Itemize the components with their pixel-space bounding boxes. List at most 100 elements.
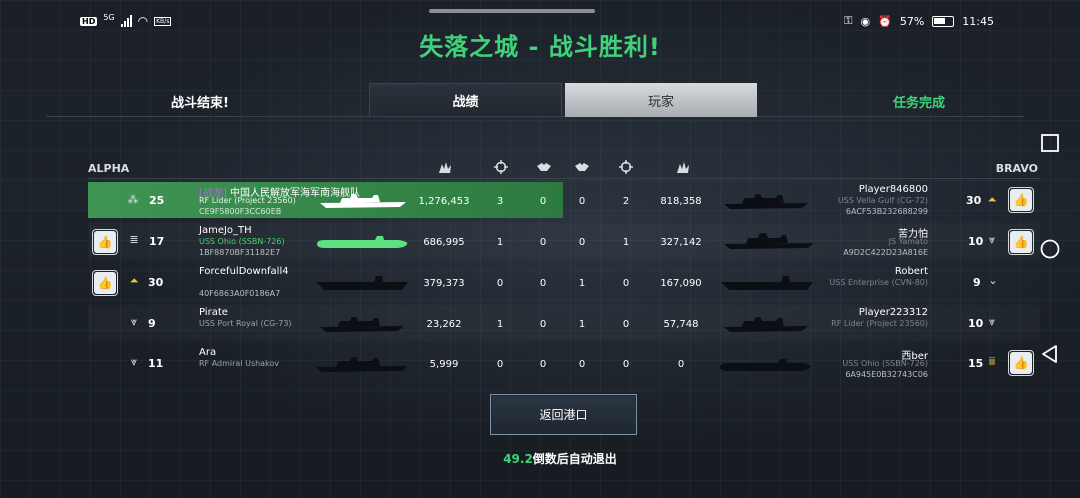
player-level-bravo: 10 <box>968 317 984 330</box>
player-name: ForcefulDownfall4 <box>199 266 289 277</box>
player-id-bravo: 6ACF53B232688299 <box>845 207 928 216</box>
ship-name: RF Admiral Ushakov <box>199 359 280 368</box>
player-level-bravo: 30 <box>966 194 982 207</box>
submarine-silhouette <box>317 236 408 248</box>
damage-value-bravo: 167,090 <box>660 278 702 289</box>
return-to-port-button[interactable]: 返回港口 <box>490 394 637 435</box>
damage-icon-bravo <box>677 162 689 173</box>
rank-chevrons-icon: ⩔ <box>130 355 138 368</box>
ship-name: USS Port Royal (CG-73) <box>199 319 292 328</box>
assist-icon <box>537 163 551 171</box>
rank-chevron-down-icon: ⩔ <box>130 315 138 328</box>
carrier-silhouette-bravo <box>721 276 813 290</box>
table-row: 👍 ⏶ 30 ForcefulDownfall4 40F6863A0F0186A… <box>88 264 1040 300</box>
signal-icon <box>120 15 132 27</box>
assist-icon-bravo <box>575 163 589 171</box>
ship-silhouette <box>316 357 408 372</box>
table-row: ⁂ 25 [战龙] 中国人民解放军海军南海舰队 RF Lider (Projec… <box>88 182 1040 218</box>
player-id: CE9F5800F3CC60EB <box>199 207 282 216</box>
rank-chevrons-icon: ⩔ <box>988 233 996 246</box>
home-icon[interactable] <box>1038 237 1062 261</box>
player-name-bravo: Robert <box>894 266 928 277</box>
player-name: Ara <box>199 347 217 358</box>
rank-bars-icon: ≣ <box>129 233 139 246</box>
player-id: 1BF8870BF31182E7 <box>199 248 281 257</box>
network-type: 5G <box>103 12 115 22</box>
crosshair-icon <box>494 160 508 174</box>
damage-value-bravo: 327,142 <box>660 237 702 248</box>
ship-silhouette-bravo <box>724 194 808 209</box>
like-button[interactable]: 👍 <box>1008 229 1034 255</box>
back-icon[interactable] <box>1038 342 1062 366</box>
recent-apps-icon[interactable] <box>1038 131 1062 155</box>
rank-stars-icon: ⁂ <box>127 193 139 206</box>
ship-name-bravo: RF Lider (Project 23560) <box>831 319 928 328</box>
player-level: 25 <box>149 194 165 207</box>
ship-name-bravo: USS Ohio (SSBN-726) <box>842 359 928 368</box>
like-button[interactable]: 👍 <box>1008 187 1034 213</box>
like-button[interactable]: 👍 <box>92 229 118 255</box>
player-level-bravo: 15 <box>968 357 984 370</box>
table-row: 👍 ≣ 17 JameJo_TH USS Ohio (SSBN-726) 1BF… <box>88 223 1040 259</box>
table-row: ⩔ 11 Ara RF Admiral Ushakov 5,999 0 0 0 … <box>88 345 1040 381</box>
battery-percent: 57% <box>899 14 925 28</box>
countdown-text: 倒数后自动退出 <box>532 452 617 466</box>
player-level-bravo: 10 <box>968 235 984 248</box>
gesture-pill <box>429 9 595 13</box>
eye-icon: ◉ <box>860 14 871 28</box>
tab-players[interactable]: 玩家 <box>565 83 757 117</box>
ship-name-bravo: USS Vella Gulf (CG-72) <box>837 196 928 205</box>
ship-silhouette <box>320 317 404 332</box>
player-level: 17 <box>149 235 165 248</box>
key-icon: ⚿ <box>844 14 853 27</box>
ship-silhouette <box>320 194 406 208</box>
ship-name: USS Ohio (SSBN-726) <box>199 237 285 246</box>
hd-icon: HD <box>80 16 98 26</box>
clock: 11:45 <box>962 14 994 28</box>
rank-chevron-icon: ⏶ <box>987 193 997 206</box>
ship-name-bravo: JS Yamato <box>888 237 928 246</box>
player-id: 40F6863A0F0186A7 <box>199 289 281 298</box>
team-alpha-label: ALPHA <box>88 162 130 175</box>
player-level-bravo: 9 <box>973 276 981 289</box>
alarm-icon: ⏰ <box>878 14 892 28</box>
submarine-silhouette-bravo <box>720 359 811 371</box>
data-speed-icon: KB/s <box>154 16 172 26</box>
damage-value-bravo: 818,358 <box>660 196 702 207</box>
player-name-bravo: Player846800 <box>858 184 928 195</box>
ship-silhouette-bravo <box>724 233 814 249</box>
rank-chevron-icon: ⏶ <box>129 274 139 287</box>
ship-silhouette-bravo <box>724 317 808 332</box>
carrier-silhouette <box>316 276 408 290</box>
player-level: 11 <box>148 357 164 370</box>
player-id-bravo: A9D2C422D23A816E <box>843 248 928 257</box>
team-bravo-label: BRAVO <box>995 162 1038 175</box>
rank-chevron-down-icon: ⌄ <box>988 274 998 287</box>
table-header: ALPHA BRAVO <box>88 160 1038 178</box>
player-level: 9 <box>148 317 156 330</box>
like-button[interactable]: 👍 <box>92 270 118 296</box>
player-id-bravo: 6A945E0B32743C06 <box>845 370 928 379</box>
rank-chevrons-icon: ⩔ <box>988 315 996 328</box>
header-divider <box>88 178 1040 179</box>
player-level: 30 <box>148 276 164 289</box>
ship-name: RF Lider (Project 23560) <box>199 196 296 205</box>
damage-value-bravo: 57,748 <box>663 319 699 330</box>
like-button[interactable]: 👍 <box>1008 350 1034 376</box>
wifi-icon: ◠ <box>137 14 149 28</box>
battery-icon <box>932 15 955 27</box>
crosshair-icon-bravo <box>619 160 633 174</box>
mission-complete-label: 任务完成 <box>893 96 946 111</box>
ship-name-bravo: USS Enterprise (CVN-80) <box>829 278 928 287</box>
tabs-row: 战斗结束! 战绩 玩家 任务完成 <box>46 83 1024 117</box>
damage-icon <box>439 162 451 173</box>
rank-bars-icon: ⅲ <box>988 355 996 368</box>
tab-stats[interactable]: 战绩 <box>369 83 562 117</box>
page-title: 失落之城 - 战斗胜利! <box>419 33 661 61</box>
countdown-value: 49.2 <box>503 452 533 466</box>
player-name: JameJo_TH <box>199 225 252 236</box>
player-name: Pirate <box>199 307 228 318</box>
auto-exit-countdown: 49.2倒数后自动退出 <box>0 450 1080 467</box>
damage-value-bravo: 0 <box>677 359 685 370</box>
battle-end-label: 战斗结束! <box>171 96 229 111</box>
